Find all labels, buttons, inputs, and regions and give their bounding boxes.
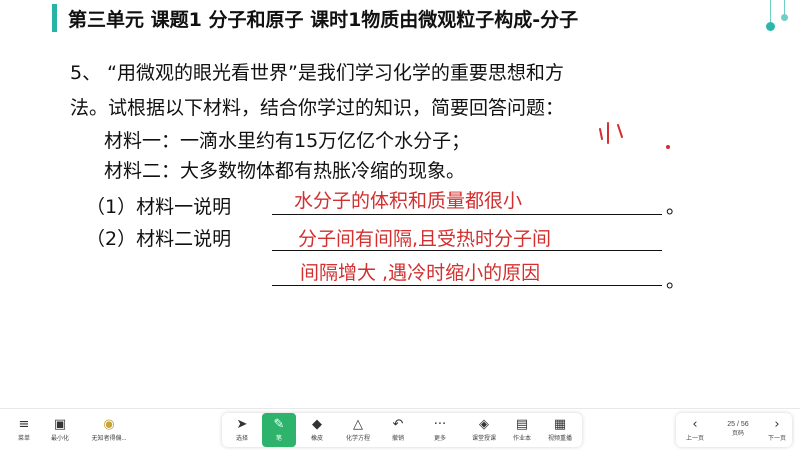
page-indicator[interactable]: 25 / 56 页码: [716, 409, 760, 450]
answer-2-line-1: 分子间有间隔,且受热时分子间: [298, 228, 552, 250]
material-two: 材料二：大多数物体都有热胀冷缩的现象。: [104, 160, 466, 182]
period-1: 。: [666, 196, 686, 218]
formula-icon: △: [353, 416, 363, 432]
undo-icon: ↶: [392, 416, 404, 432]
menu-button[interactable]: ≡ 菜单: [10, 409, 38, 450]
decoration-dot: [781, 14, 788, 21]
question-2-label: （2）材料二说明: [86, 228, 232, 250]
cursor-icon: ➤: [236, 416, 248, 432]
chevron-right-icon: ›: [774, 416, 780, 432]
header-accent-bar: [52, 4, 57, 32]
class-icon: ◈: [479, 416, 489, 432]
page-number: 25 / 56: [727, 421, 749, 428]
minimize-button[interactable]: ▣ 最小化: [44, 409, 76, 450]
eraser-tool-button[interactable]: ◆ 橡皮: [300, 409, 334, 450]
replay-icon: ▦: [553, 416, 567, 432]
pen-icon: ✎: [273, 416, 285, 432]
answer-blank-1: [272, 214, 662, 215]
app-button[interactable]: ◉ 无知者得偏...: [84, 409, 134, 450]
replay-button[interactable]: ▦ 视频重播: [540, 409, 580, 450]
question-1-label: （1）材料一说明: [86, 196, 232, 218]
menu-icon: ≡: [18, 416, 30, 432]
homework-icon: ▤: [515, 416, 529, 432]
minimize-icon: ▣: [53, 416, 67, 432]
answer-blank-2b: [272, 285, 662, 286]
period-2: 。: [666, 270, 686, 292]
undo-button[interactable]: ↶ 撤销: [382, 409, 414, 450]
slide-content: 5、 “用微观的眼光看世界”是我们学习化学的重要思想和方 法。试根据以下材料，结…: [0, 38, 800, 398]
more-icon: ···: [433, 416, 447, 432]
decoration-line: [770, 0, 771, 24]
question-line-2: 法。试根据以下材料，结合你学过的知识，简要回答问题：: [70, 97, 565, 119]
class-button[interactable]: ◈ 课堂授课: [464, 409, 504, 450]
decoration-dot: [766, 22, 775, 31]
page-title: 第三单元 课题1 分子和原子 课时1物质由微观粒子构成-分子: [68, 9, 579, 31]
slide-header: 第三单元 课题1 分子和原子 课时1物质由微观粒子构成-分子: [0, 0, 800, 38]
app-icon: ◉: [103, 416, 115, 432]
answer-1: 水分子的体积和质量都很小: [294, 190, 523, 212]
answer-blank-2a: [272, 250, 662, 251]
material-one: 材料一：一滴水里约有15万亿亿个水分子；: [104, 130, 471, 152]
select-tool-button[interactable]: ➤ 选择: [226, 409, 258, 450]
chevron-left-icon: ‹: [692, 416, 698, 432]
homework-button[interactable]: ▤ 作业本: [504, 409, 540, 450]
next-page-button[interactable]: › 下一页: [764, 409, 790, 450]
prev-page-button[interactable]: ‹ 上一页: [680, 409, 710, 450]
handwriting-annotation: [599, 122, 670, 149]
formula-tool-button[interactable]: △ 化学方程: [338, 409, 378, 450]
pen-tool-button[interactable]: ✎ 笔: [262, 413, 296, 447]
eraser-icon: ◆: [312, 416, 322, 432]
bottom-toolbar: ≡ 菜单 ▣ 最小化 ◉ 无知者得偏... ➤ 选择 ✎ 笔 ◆ 橡皮 △ 化学…: [0, 408, 800, 450]
answer-2-line-2: 间隔增大 ,遇冷时缩小的原因: [300, 262, 541, 284]
question-line-1: 5、 “用微观的眼光看世界”是我们学习化学的重要思想和方: [70, 62, 564, 84]
more-button[interactable]: ··· 更多: [424, 409, 456, 450]
